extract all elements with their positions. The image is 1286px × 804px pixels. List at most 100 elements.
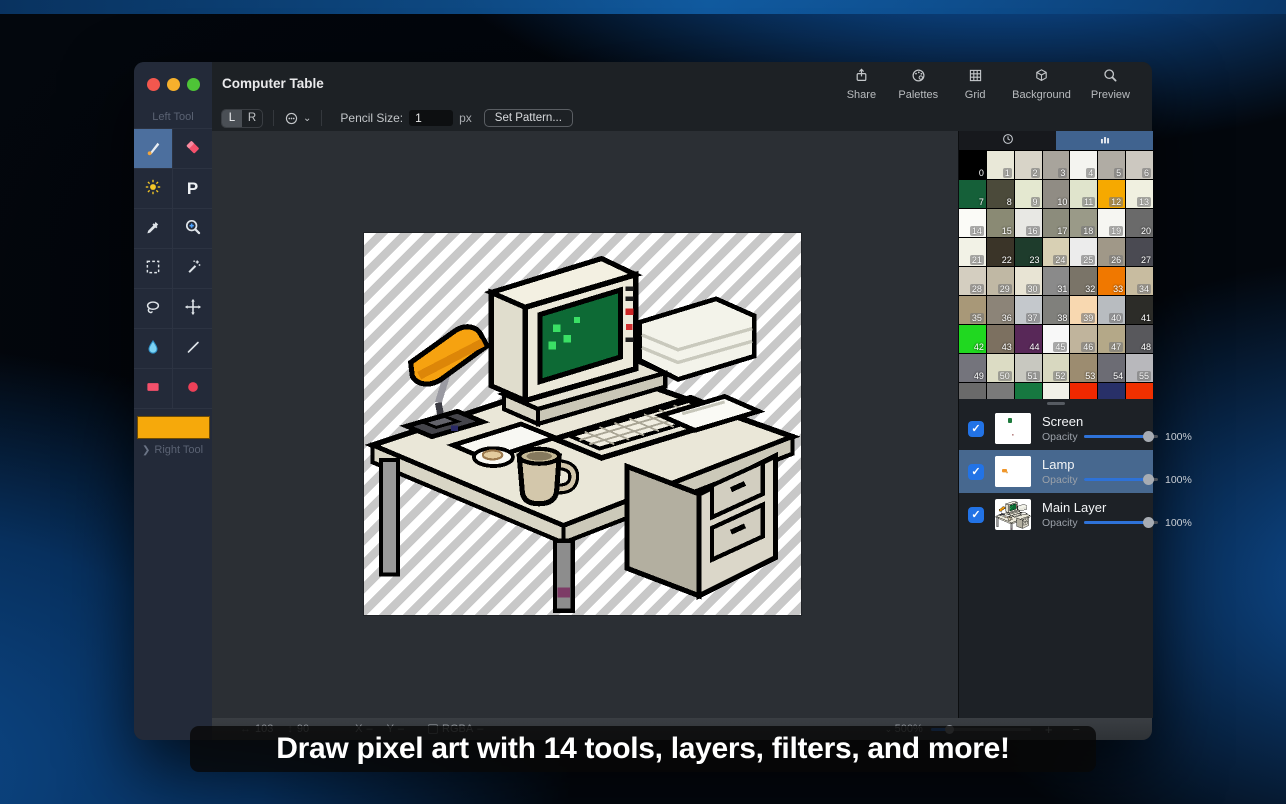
palette-swatch-41[interactable]: 41 bbox=[1126, 296, 1153, 324]
palette-swatch-14[interactable]: 14 bbox=[959, 209, 986, 237]
opacity-slider-knob[interactable] bbox=[1142, 474, 1154, 485]
palette-swatch-20[interactable]: 20 bbox=[1126, 209, 1153, 237]
close-window-button[interactable] bbox=[147, 78, 160, 91]
palette-swatch-24[interactable]: 24 bbox=[1042, 238, 1070, 266]
palette-swatch-2[interactable]: 2 bbox=[1014, 151, 1042, 179]
palette-swatch-27[interactable]: 27 bbox=[1126, 238, 1153, 266]
palette-swatch-36[interactable]: 36 bbox=[986, 296, 1014, 324]
layer-row-main-layer[interactable]: ✓ Main Layer Opacity 100% bbox=[959, 493, 1192, 536]
pencil-size-input[interactable] bbox=[409, 110, 454, 126]
palette-swatch-47[interactable]: 47 bbox=[1098, 325, 1126, 353]
background-button[interactable]: Background bbox=[1012, 67, 1071, 101]
tool-lasso[interactable] bbox=[134, 289, 173, 329]
palette-swatch-7[interactable]: 7 bbox=[959, 180, 986, 208]
palette-swatch-1[interactable]: 1 bbox=[986, 151, 1014, 179]
palette-tab-bars[interactable] bbox=[1056, 131, 1153, 150]
tool-filled-rect[interactable] bbox=[134, 369, 173, 409]
palette-swatch-26[interactable]: 26 bbox=[1098, 238, 1126, 266]
palette-swatch-29[interactable]: 29 bbox=[986, 267, 1014, 295]
palette-swatch-42[interactable]: 42 bbox=[959, 325, 986, 353]
palette-swatch-37[interactable]: 37 bbox=[1014, 296, 1042, 324]
palette-swatch-43[interactable]: 43 bbox=[986, 325, 1014, 353]
palettes-button[interactable]: Palettes bbox=[898, 67, 938, 101]
palette-swatch-4[interactable]: 4 bbox=[1070, 151, 1098, 179]
pixel-art-canvas[interactable] bbox=[364, 233, 801, 615]
palette-swatch-59[interactable]: 59 bbox=[1042, 383, 1070, 399]
palette-swatch-31[interactable]: 31 bbox=[1042, 267, 1070, 295]
right-tool-disclosure[interactable]: ❯ Right Tool bbox=[142, 444, 203, 456]
palette-swatch-49[interactable]: 49 bbox=[959, 354, 986, 382]
layer-visibility-checkbox[interactable]: ✓ bbox=[968, 463, 984, 480]
palette-swatch-5[interactable]: 5 bbox=[1098, 151, 1126, 179]
palette-swatch-55[interactable]: 55 bbox=[1126, 354, 1153, 382]
palette-swatch-33[interactable]: 33 bbox=[1098, 267, 1126, 295]
palette-swatch-18[interactable]: 18 bbox=[1070, 209, 1098, 237]
palette-swatch-58[interactable]: 58 bbox=[1014, 383, 1042, 399]
palette-swatch-51[interactable]: 51 bbox=[1014, 354, 1042, 382]
palette-swatch-50[interactable]: 50 bbox=[986, 354, 1014, 382]
layer-visibility-checkbox[interactable]: ✓ bbox=[968, 420, 984, 437]
zoom-window-button[interactable] bbox=[187, 78, 200, 91]
palette-swatch-53[interactable]: 53 bbox=[1070, 354, 1098, 382]
palette-swatch-61[interactable]: 61 bbox=[1098, 383, 1126, 399]
opacity-slider[interactable] bbox=[1084, 474, 1158, 485]
tool-eraser[interactable] bbox=[173, 129, 212, 169]
tool-eyedropper[interactable] bbox=[134, 209, 173, 249]
palette-swatch-19[interactable]: 19 bbox=[1098, 209, 1126, 237]
palette-swatch-28[interactable]: 28 bbox=[959, 267, 986, 295]
palette-swatch-3[interactable]: 3 bbox=[1042, 151, 1070, 179]
tool-droplet[interactable] bbox=[134, 329, 173, 369]
palette-swatch-54[interactable]: 54 bbox=[1098, 354, 1126, 382]
tool-letter-p[interactable]: P bbox=[173, 169, 212, 209]
set-pattern-button[interactable]: Set Pattern... bbox=[483, 109, 573, 127]
tool-brush[interactable] bbox=[134, 129, 173, 169]
tool-move[interactable] bbox=[173, 289, 212, 329]
share-button[interactable]: Share bbox=[844, 67, 878, 101]
tool-magic-wand[interactable] bbox=[173, 249, 212, 289]
left-right-segmented-control[interactable]: L R bbox=[221, 108, 263, 128]
palette-swatch-62[interactable]: 62 bbox=[1126, 383, 1153, 399]
segment-left[interactable]: L bbox=[222, 109, 242, 127]
palette-swatch-38[interactable]: 38 bbox=[1042, 296, 1070, 324]
palette-swatch-16[interactable]: 16 bbox=[1014, 209, 1042, 237]
palette-swatch-46[interactable]: 46 bbox=[1070, 325, 1098, 353]
preview-button[interactable]: Preview bbox=[1091, 67, 1130, 101]
layer-row-screen[interactable]: ✓ Screen Opacity 100% bbox=[959, 407, 1192, 450]
grid-button[interactable]: Grid bbox=[958, 67, 992, 101]
palette-swatch-17[interactable]: 17 bbox=[1042, 209, 1070, 237]
tool-line[interactable] bbox=[173, 329, 212, 369]
palette-swatch-15[interactable]: 15 bbox=[986, 209, 1014, 237]
tool-filled-ellipse[interactable] bbox=[173, 369, 212, 409]
palette-swatch-45[interactable]: 45 bbox=[1042, 325, 1070, 353]
layer-row-lamp[interactable]: ✓ Lamp Opacity 100% bbox=[959, 450, 1192, 493]
palette-swatch-11[interactable]: 11 bbox=[1070, 180, 1098, 208]
palette-swatch-0[interactable]: 0 bbox=[959, 151, 986, 179]
palette-swatch-13[interactable]: 13 bbox=[1126, 180, 1153, 208]
palette-swatch-23[interactable]: 23 bbox=[1014, 238, 1042, 266]
palette-swatch-6[interactable]: 6 bbox=[1126, 151, 1153, 179]
palette-swatch-52[interactable]: 52 bbox=[1042, 354, 1070, 382]
palette-swatch-9[interactable]: 9 bbox=[1014, 180, 1042, 208]
palette-swatch-40[interactable]: 40 bbox=[1098, 296, 1126, 324]
palette-swatch-39[interactable]: 39 bbox=[1070, 296, 1098, 324]
palette-swatch-8[interactable]: 8 bbox=[986, 180, 1014, 208]
palette-resize-grip[interactable] bbox=[1047, 402, 1065, 405]
palette-swatch-44[interactable]: 44 bbox=[1014, 325, 1042, 353]
palette-swatch-48[interactable]: 48 bbox=[1126, 325, 1153, 353]
palette-swatch-21[interactable]: 21 bbox=[959, 238, 986, 266]
layer-visibility-checkbox[interactable]: ✓ bbox=[968, 506, 984, 523]
minimize-window-button[interactable] bbox=[167, 78, 180, 91]
opacity-slider[interactable] bbox=[1084, 431, 1158, 442]
tool-marquee[interactable] bbox=[134, 249, 173, 289]
brush-shape-dropdown[interactable]: ⌄ bbox=[284, 111, 311, 126]
palette-swatch-32[interactable]: 32 bbox=[1070, 267, 1098, 295]
palette-swatch-60[interactable]: 60 bbox=[1070, 383, 1098, 399]
tool-lighten[interactable] bbox=[134, 169, 173, 209]
palette-swatch-57[interactable]: 57 bbox=[986, 383, 1014, 399]
palette-swatch-34[interactable]: 34 bbox=[1126, 267, 1153, 295]
palette-swatch-30[interactable]: 30 bbox=[1014, 267, 1042, 295]
palette-tab-clock[interactable] bbox=[959, 131, 1056, 150]
segment-right[interactable]: R bbox=[242, 110, 262, 127]
opacity-slider-knob[interactable] bbox=[1142, 431, 1154, 442]
tool-zoom[interactable] bbox=[173, 209, 212, 249]
